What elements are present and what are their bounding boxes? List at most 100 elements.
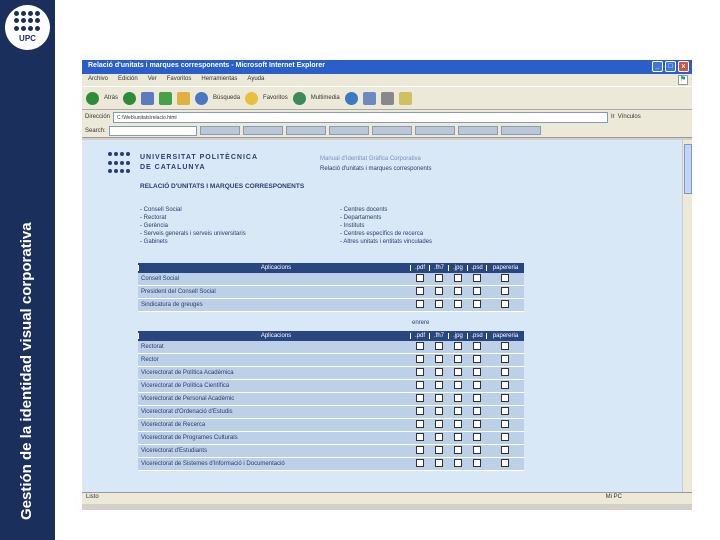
toolbar-link[interactable] (328, 126, 369, 135)
jpg-download-icon[interactable] (453, 407, 462, 415)
go-button[interactable]: Ir (611, 114, 615, 120)
list-item[interactable]: - Rectorat (140, 214, 340, 222)
papereria-download-icon[interactable] (501, 459, 509, 467)
list-item[interactable]: - Departaments (340, 214, 540, 222)
fh7-download-icon[interactable] (434, 300, 443, 308)
jpg-download-icon[interactable] (453, 368, 462, 376)
history-icon[interactable] (344, 91, 358, 105)
pdf-download-icon[interactable] (415, 446, 424, 454)
maximize-button[interactable]: □ (665, 61, 676, 72)
jpg-download-icon[interactable] (453, 394, 462, 402)
jpg-download-icon[interactable] (453, 381, 462, 389)
pdf-download-icon[interactable] (415, 407, 424, 415)
search-input[interactable] (108, 125, 197, 136)
psd-download-icon[interactable] (472, 446, 481, 454)
jpg-download-icon[interactable] (453, 287, 462, 295)
papereria-download-icon[interactable] (501, 381, 509, 389)
edit-icon[interactable] (398, 91, 412, 105)
psd-download-icon[interactable] (472, 433, 481, 441)
multimedia-label[interactable]: Multimedia (311, 95, 340, 101)
papereria-download-icon[interactable] (501, 433, 509, 441)
psd-download-icon[interactable] (472, 459, 481, 467)
list-item[interactable]: - Instituts (340, 222, 540, 230)
toolbar-link[interactable] (199, 126, 240, 135)
home-icon[interactable] (177, 91, 191, 105)
fh7-download-icon[interactable] (434, 459, 443, 467)
search-icon[interactable] (195, 91, 209, 105)
pdf-download-icon[interactable] (415, 300, 424, 308)
psd-download-icon[interactable] (472, 287, 481, 295)
fh7-download-icon[interactable] (434, 381, 443, 389)
list-item[interactable]: - Altres unitats i entitats vinculades (340, 238, 540, 246)
fh7-download-icon[interactable] (434, 368, 443, 376)
psd-download-icon[interactable] (472, 368, 481, 376)
toolbar-link[interactable] (285, 126, 326, 135)
list-item[interactable]: - Gabinets (140, 238, 340, 246)
pdf-download-icon[interactable] (415, 394, 424, 402)
pdf-download-icon[interactable] (415, 420, 424, 428)
psd-download-icon[interactable] (472, 300, 481, 308)
papereria-download-icon[interactable] (501, 420, 509, 428)
psd-download-icon[interactable] (472, 394, 481, 402)
fh7-download-icon[interactable] (434, 287, 443, 295)
toolbar-link[interactable] (242, 126, 283, 135)
links-label[interactable]: Vínculos (618, 114, 641, 120)
pdf-download-icon[interactable] (415, 342, 424, 350)
list-item[interactable]: - Consell Social (140, 206, 340, 214)
list-item[interactable]: - Centres específics de recerca (340, 230, 540, 238)
jpg-download-icon[interactable] (453, 433, 462, 441)
psd-download-icon[interactable] (472, 342, 481, 350)
favorites-icon[interactable] (245, 91, 259, 105)
list-item[interactable]: - Centres docents (340, 206, 540, 214)
menu-archivo[interactable]: Archivo (88, 76, 108, 84)
jpg-download-icon[interactable] (453, 300, 462, 308)
favorites-label[interactable]: Favoritos (263, 95, 288, 101)
jpg-download-icon[interactable] (453, 446, 462, 454)
pdf-download-icon[interactable] (415, 459, 424, 467)
jpg-download-icon[interactable] (453, 342, 462, 350)
toolbar-link[interactable] (371, 126, 412, 135)
pdf-download-icon[interactable] (415, 287, 424, 295)
toolbar-link[interactable] (500, 126, 541, 135)
pdf-download-icon[interactable] (415, 368, 424, 376)
list-item[interactable]: - Serveis generals i serveis universitar… (140, 230, 340, 238)
menu-favoritos[interactable]: Favoritos (167, 76, 192, 84)
minimize-button[interactable]: _ (652, 61, 663, 72)
jpg-download-icon[interactable] (453, 420, 462, 428)
papereria-download-icon[interactable] (501, 394, 509, 402)
vertical-scrollbar[interactable] (682, 140, 692, 492)
menu-ayuda[interactable]: Ayuda (247, 76, 264, 84)
jpg-download-icon[interactable] (453, 274, 462, 282)
psd-download-icon[interactable] (472, 407, 481, 415)
forward-icon[interactable] (123, 91, 137, 105)
multimedia-icon[interactable] (292, 91, 306, 105)
fh7-download-icon[interactable] (434, 274, 443, 282)
fh7-download-icon[interactable] (434, 433, 443, 441)
fh7-download-icon[interactable] (434, 394, 443, 402)
psd-download-icon[interactable] (472, 420, 481, 428)
pdf-download-icon[interactable] (415, 433, 424, 441)
papereria-download-icon[interactable] (501, 300, 509, 308)
close-button[interactable]: x (678, 61, 689, 72)
back-icon[interactable] (86, 91, 99, 105)
psd-download-icon[interactable] (472, 355, 481, 363)
stop-icon[interactable] (141, 91, 155, 105)
papereria-download-icon[interactable] (501, 274, 509, 282)
papereria-download-icon[interactable] (501, 342, 509, 350)
fh7-download-icon[interactable] (434, 407, 443, 415)
address-input[interactable]: C:\Web\unitats\relacio.html (113, 111, 609, 123)
jpg-download-icon[interactable] (453, 355, 462, 363)
papereria-download-icon[interactable] (501, 368, 509, 376)
papereria-download-icon[interactable] (501, 355, 509, 363)
list-item[interactable]: - Gerència (140, 222, 340, 230)
toolbar-link[interactable] (457, 126, 498, 135)
psd-download-icon[interactable] (472, 381, 481, 389)
toolbar-link[interactable] (414, 126, 455, 135)
back-link[interactable]: enrere (412, 320, 429, 326)
back-label[interactable]: Atrás (104, 95, 118, 101)
scrollbar-thumb[interactable] (684, 144, 692, 194)
fh7-download-icon[interactable] (434, 446, 443, 454)
papereria-download-icon[interactable] (501, 407, 509, 415)
psd-download-icon[interactable] (472, 274, 481, 282)
pdf-download-icon[interactable] (415, 355, 424, 363)
